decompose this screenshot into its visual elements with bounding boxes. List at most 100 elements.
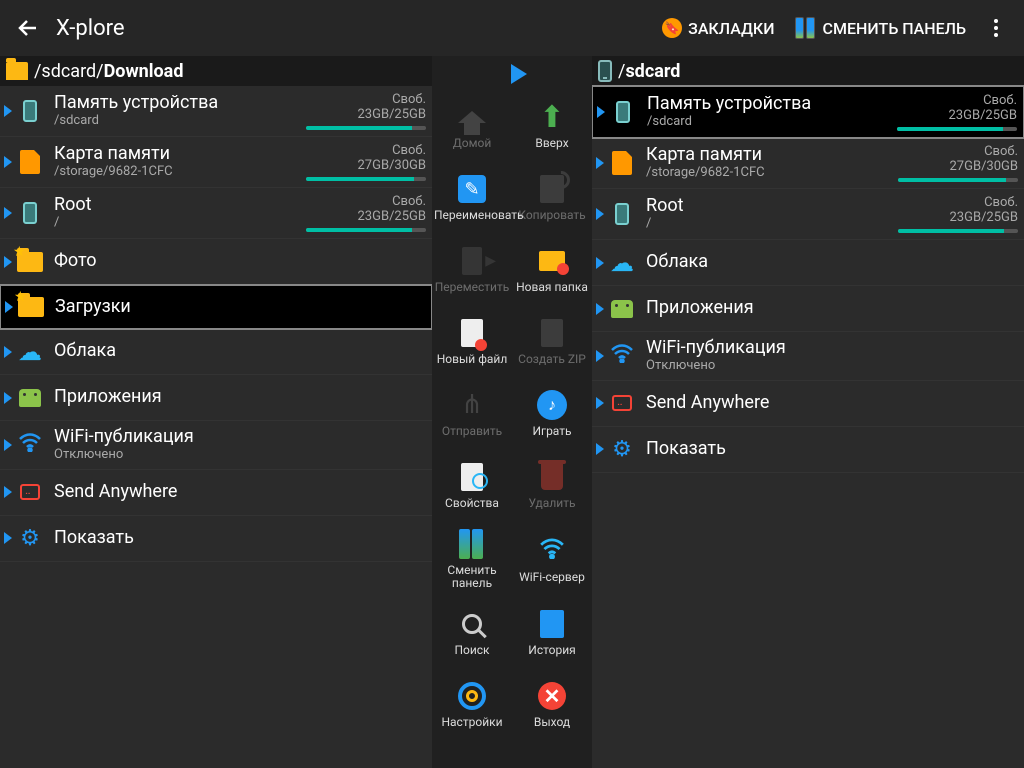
- capacity: Своб.23GB/25GB: [898, 195, 1018, 233]
- expand-icon[interactable]: [596, 303, 604, 315]
- item-name: Root: [54, 195, 306, 216]
- expand-icon[interactable]: [4, 532, 12, 544]
- tool-label: Домой: [453, 137, 492, 150]
- tool-label: Вверх: [535, 137, 568, 150]
- tool-edit[interactable]: ✎ Переименовать: [432, 160, 512, 232]
- item-name: Загрузки: [55, 297, 425, 318]
- expand-icon[interactable]: [4, 105, 12, 117]
- tool-label: Выход: [534, 716, 570, 729]
- tool-label: Переместить: [435, 281, 510, 294]
- left-row-7[interactable]: WiFi-публикацияОтключено: [0, 421, 432, 470]
- tool-label: Настройки: [441, 716, 502, 729]
- tool-newfld[interactable]: Новая папка: [512, 232, 592, 304]
- expand-icon[interactable]: [4, 392, 12, 404]
- tool-label: WiFi-сервер: [519, 571, 585, 584]
- capacity: Своб.23GB/25GB: [897, 93, 1017, 131]
- capacity: Своб.23GB/25GB: [306, 194, 426, 232]
- expand-icon[interactable]: [5, 301, 13, 313]
- swap-panel-icon: [795, 17, 817, 39]
- tool-home: Домой: [432, 88, 512, 160]
- right-row-7[interactable]: ⚙Показать: [592, 427, 1024, 473]
- expand-icon[interactable]: [4, 156, 12, 168]
- expand-icon[interactable]: [596, 157, 604, 169]
- right-row-6[interactable]: Send Anywhere: [592, 381, 1024, 427]
- expand-icon[interactable]: [596, 257, 604, 269]
- expand-icon[interactable]: [596, 350, 604, 362]
- left-row-5[interactable]: ☁Облака: [0, 329, 432, 375]
- right-row-0[interactable]: Память устройства/sdcardСвоб.23GB/25GB: [592, 85, 1024, 139]
- expand-icon[interactable]: [4, 256, 12, 268]
- center-toolbar: Домой ⬆Вверх ✎ ПереименоватьКопировать Перем…: [432, 56, 592, 768]
- left-row-1[interactable]: Карта памяти/storage/9682-1CFCСвоб.27GB/…: [0, 137, 432, 188]
- right-row-1[interactable]: Карта памяти/storage/9682-1CFCСвоб.27GB/…: [592, 138, 1024, 189]
- tool-label: Сменить панель: [434, 564, 510, 590]
- tool-wifisrv[interactable]: WiFi-сервер: [512, 520, 592, 594]
- tool-move: Переместить: [432, 232, 512, 304]
- expand-icon[interactable]: [597, 106, 605, 118]
- home-icon: [454, 99, 490, 135]
- expand-icon[interactable]: [596, 208, 604, 220]
- tool-swap[interactable]: Сменить панель: [432, 520, 512, 594]
- right-row-4[interactable]: Приложения: [592, 286, 1024, 332]
- tool-up[interactable]: ⬆Вверх: [512, 88, 592, 160]
- expand-icon[interactable]: [4, 439, 12, 451]
- item-name: Root: [646, 196, 898, 217]
- search-icon: [454, 606, 490, 642]
- play-icon: ♪: [534, 387, 570, 423]
- send-icon: [16, 479, 44, 505]
- tool-play[interactable]: ♪Играть: [512, 376, 592, 448]
- send-icon: [608, 390, 636, 416]
- expand-icon[interactable]: [4, 207, 12, 219]
- left-path-header[interactable]: /sdcard/Download: [0, 56, 432, 86]
- tool-label: Новая папка: [516, 281, 588, 294]
- item-sub: /: [54, 216, 306, 231]
- overflow-menu-button[interactable]: [976, 8, 1016, 48]
- right-row-5[interactable]: WiFi-публикацияОтключено: [592, 332, 1024, 381]
- tool-newfile[interactable]: Новый файл: [432, 304, 512, 376]
- item-name: Карта памяти: [646, 145, 898, 166]
- left-row-0[interactable]: Память устройства/sdcardСвоб.23GB/25GB: [0, 86, 432, 137]
- phone-icon: [16, 200, 44, 226]
- left-row-2[interactable]: Root/Своб.23GB/25GB: [0, 188, 432, 239]
- capacity: Своб.23GB/25GB: [306, 92, 426, 130]
- left-row-8[interactable]: Send Anywhere: [0, 470, 432, 516]
- tool-label: Удалить: [529, 497, 576, 510]
- tool-settings[interactable]: Настройки: [432, 666, 512, 738]
- tool-search[interactable]: Поиск: [432, 594, 512, 666]
- bookmarks-button[interactable]: ЗАКЛАДКИ: [652, 8, 784, 48]
- tool-exit[interactable]: ✕Выход: [512, 666, 592, 738]
- item-name: Send Anywhere: [54, 482, 426, 503]
- tool-copy: Копировать: [512, 160, 592, 232]
- right-path-header[interactable]: /sdcard: [592, 56, 1024, 86]
- left-row-3[interactable]: Фото: [0, 239, 432, 285]
- item-sub: /: [646, 217, 898, 232]
- share-icon: ⋔: [454, 387, 490, 423]
- wifi-icon: [608, 343, 636, 369]
- edit-icon: ✎: [454, 171, 490, 207]
- tool-info[interactable]: Свойства: [432, 448, 512, 520]
- tool-label: Поиск: [454, 644, 489, 657]
- expand-icon[interactable]: [4, 486, 12, 498]
- cloud-icon: ☁: [16, 339, 44, 365]
- copy-icon: [534, 171, 570, 207]
- tool-label: Новый файл: [437, 353, 508, 366]
- tool-label: Переименовать: [434, 209, 510, 222]
- back-button[interactable]: [8, 8, 48, 48]
- expand-icon[interactable]: [596, 443, 604, 455]
- left-row-4[interactable]: Загрузки: [0, 284, 432, 330]
- left-row-6[interactable]: Приложения: [0, 375, 432, 421]
- direction-arrow: [432, 60, 592, 88]
- swap-panel-label: СМЕНИТЬ ПАНЕЛЬ: [823, 19, 966, 38]
- item-name: Память устройства: [54, 93, 306, 114]
- tool-hist[interactable]: История: [512, 594, 592, 666]
- capacity: Своб.27GB/30GB: [898, 144, 1018, 182]
- swap-panel-button[interactable]: СМЕНИТЬ ПАНЕЛЬ: [785, 8, 976, 48]
- right-row-3[interactable]: ☁Облака: [592, 240, 1024, 286]
- expand-icon[interactable]: [596, 397, 604, 409]
- item-name: Фото: [54, 251, 426, 272]
- tool-share: ⋔Отправить: [432, 376, 512, 448]
- phone-icon: [609, 99, 637, 125]
- expand-icon[interactable]: [4, 346, 12, 358]
- left-row-9[interactable]: ⚙Показать: [0, 516, 432, 562]
- right-row-2[interactable]: Root/Своб.23GB/25GB: [592, 189, 1024, 240]
